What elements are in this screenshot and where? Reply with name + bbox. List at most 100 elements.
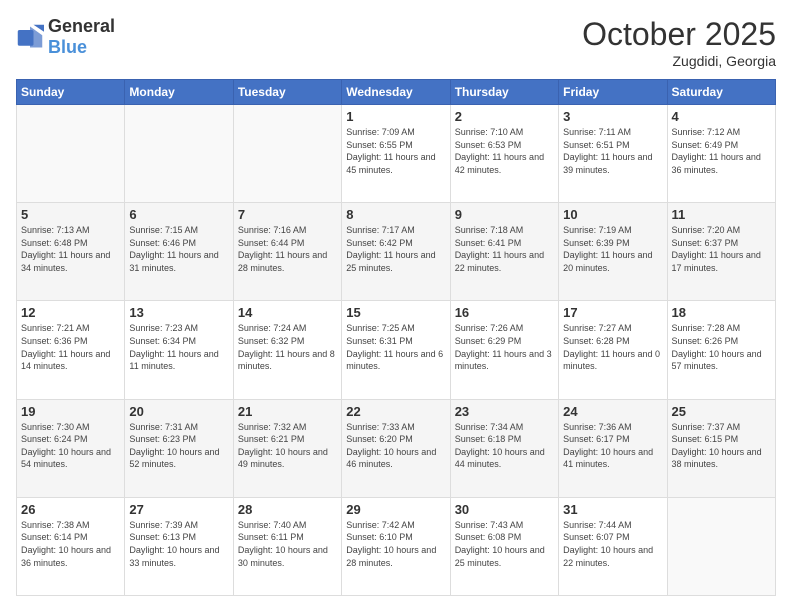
day-info: Sunrise: 7:34 AM Sunset: 6:18 PM Dayligh… (455, 421, 554, 471)
header: General Blue October 2025 Zugdidi, Georg… (16, 16, 776, 69)
calendar-header-row: Sunday Monday Tuesday Wednesday Thursday… (17, 80, 776, 105)
day-number: 3 (563, 109, 662, 124)
col-saturday: Saturday (667, 80, 775, 105)
col-wednesday: Wednesday (342, 80, 450, 105)
day-number: 9 (455, 207, 554, 222)
calendar-week-3: 12 Sunrise: 7:21 AM Sunset: 6:36 PM Dayli… (17, 301, 776, 399)
calendar-cell: 19 Sunrise: 7:30 AM Sunset: 6:24 PM Dayli… (17, 399, 125, 497)
calendar-cell: 10 Sunrise: 7:19 AM Sunset: 6:39 PM Dayli… (559, 203, 667, 301)
calendar-cell: 17 Sunrise: 7:27 AM Sunset: 6:28 PM Dayli… (559, 301, 667, 399)
day-info: Sunrise: 7:13 AM Sunset: 6:48 PM Dayligh… (21, 224, 120, 274)
day-info: Sunrise: 7:09 AM Sunset: 6:55 PM Dayligh… (346, 126, 445, 176)
calendar-cell: 31 Sunrise: 7:44 AM Sunset: 6:07 PM Dayli… (559, 497, 667, 595)
calendar-cell: 16Sunrise: 7:26 AM Sunset: 6:29 PM Dayli… (450, 301, 558, 399)
col-sunday: Sunday (17, 80, 125, 105)
day-info: Sunrise: 7:40 AM Sunset: 6:11 PM Dayligh… (238, 519, 337, 569)
day-number: 25 (672, 404, 771, 419)
calendar-cell: 25 Sunrise: 7:37 AM Sunset: 6:15 PM Dayli… (667, 399, 775, 497)
day-info: Sunrise: 7:15 AM Sunset: 6:46 PM Dayligh… (129, 224, 228, 274)
day-info: Sunrise: 7:39 AM Sunset: 6:13 PM Dayligh… (129, 519, 228, 569)
day-info: Sunrise: 7:25 AM Sunset: 6:31 PM Dayligh… (346, 322, 445, 372)
calendar-cell: 7 Sunrise: 7:16 AM Sunset: 6:44 PM Daylig… (233, 203, 341, 301)
logo: General Blue (16, 16, 115, 58)
calendar-cell: 6 Sunrise: 7:15 AM Sunset: 6:46 PM Daylig… (125, 203, 233, 301)
calendar-week-2: 5 Sunrise: 7:13 AM Sunset: 6:48 PM Daylig… (17, 203, 776, 301)
calendar-cell: 1 Sunrise: 7:09 AM Sunset: 6:55 PM Daylig… (342, 105, 450, 203)
calendar-cell: 28Sunrise: 7:40 AM Sunset: 6:11 PM Dayli… (233, 497, 341, 595)
calendar-cell: 22 Sunrise: 7:33 AM Sunset: 6:20 PM Dayli… (342, 399, 450, 497)
logo-icon (16, 23, 44, 51)
calendar-cell: 23 Sunrise: 7:34 AM Sunset: 6:18 PM Dayli… (450, 399, 558, 497)
calendar-cell: 18 Sunrise: 7:28 AM Sunset: 6:26 PM Dayli… (667, 301, 775, 399)
month-title: October 2025 (582, 16, 776, 53)
calendar-week-5: 26 Sunrise: 7:38 AM Sunset: 6:14 PM Dayli… (17, 497, 776, 595)
day-info: Sunrise: 7:28 AM Sunset: 6:26 PM Dayligh… (672, 322, 771, 372)
day-info: Sunrise: 7:19 AM Sunset: 6:39 PM Dayligh… (563, 224, 662, 274)
day-number: 19 (21, 404, 120, 419)
day-number: 8 (346, 207, 445, 222)
col-monday: Monday (125, 80, 233, 105)
calendar-cell: 14Sunrise: 7:24 AM Sunset: 6:32 PM Dayli… (233, 301, 341, 399)
day-number: 27 (129, 502, 228, 517)
day-number: 18 (672, 305, 771, 320)
day-number: 7 (238, 207, 337, 222)
day-info: Sunrise: 7:12 AM Sunset: 6:49 PM Dayligh… (672, 126, 771, 176)
day-number: 5 (21, 207, 120, 222)
day-info: Sunrise: 7:32 AM Sunset: 6:21 PM Dayligh… (238, 421, 337, 471)
day-info: Sunrise: 7:10 AM Sunset: 6:53 PM Dayligh… (455, 126, 554, 176)
day-number: 4 (672, 109, 771, 124)
day-info: Sunrise: 7:17 AM Sunset: 6:42 PM Dayligh… (346, 224, 445, 274)
day-number: 26 (21, 502, 120, 517)
day-info: Sunrise: 7:21 AM Sunset: 6:36 PM Dayligh… (21, 322, 120, 372)
day-number: 22 (346, 404, 445, 419)
logo-text: General Blue (48, 16, 115, 58)
day-number: 17 (563, 305, 662, 320)
calendar-cell: 12 Sunrise: 7:21 AM Sunset: 6:36 PM Dayli… (17, 301, 125, 399)
day-number: 10 (563, 207, 662, 222)
day-info: Sunrise: 7:37 AM Sunset: 6:15 PM Dayligh… (672, 421, 771, 471)
day-number: 6 (129, 207, 228, 222)
day-info: Sunrise: 7:43 AM Sunset: 6:08 PM Dayligh… (455, 519, 554, 569)
col-tuesday: Tuesday (233, 80, 341, 105)
col-thursday: Thursday (450, 80, 558, 105)
day-number: 12 (21, 305, 120, 320)
day-number: 1 (346, 109, 445, 124)
calendar-cell: 5 Sunrise: 7:13 AM Sunset: 6:48 PM Daylig… (17, 203, 125, 301)
day-info: Sunrise: 7:16 AM Sunset: 6:44 PM Dayligh… (238, 224, 337, 274)
calendar-cell (17, 105, 125, 203)
day-number: 16 (455, 305, 554, 320)
calendar-cell: 20 Sunrise: 7:31 AM Sunset: 6:23 PM Dayli… (125, 399, 233, 497)
logo-blue: Blue (48, 37, 87, 57)
calendar-week-1: 1 Sunrise: 7:09 AM Sunset: 6:55 PM Daylig… (17, 105, 776, 203)
col-friday: Friday (559, 80, 667, 105)
calendar-cell: 15Sunrise: 7:25 AM Sunset: 6:31 PM Dayli… (342, 301, 450, 399)
calendar-cell: 26 Sunrise: 7:38 AM Sunset: 6:14 PM Dayli… (17, 497, 125, 595)
day-number: 2 (455, 109, 554, 124)
day-info: Sunrise: 7:36 AM Sunset: 6:17 PM Dayligh… (563, 421, 662, 471)
day-info: Sunrise: 7:27 AM Sunset: 6:28 PM Dayligh… (563, 322, 662, 372)
day-info: Sunrise: 7:18 AM Sunset: 6:41 PM Dayligh… (455, 224, 554, 274)
day-info: Sunrise: 7:38 AM Sunset: 6:14 PM Dayligh… (21, 519, 120, 569)
day-number: 20 (129, 404, 228, 419)
page: General Blue October 2025 Zugdidi, Georg… (0, 0, 792, 612)
location: Zugdidi, Georgia (582, 53, 776, 69)
day-number: 23 (455, 404, 554, 419)
day-info: Sunrise: 7:11 AM Sunset: 6:51 PM Dayligh… (563, 126, 662, 176)
day-info: Sunrise: 7:33 AM Sunset: 6:20 PM Dayligh… (346, 421, 445, 471)
calendar-cell: 27 Sunrise: 7:39 AM Sunset: 6:13 PM Dayli… (125, 497, 233, 595)
calendar-cell: 30Sunrise: 7:43 AM Sunset: 6:08 PM Dayli… (450, 497, 558, 595)
logo-general: General (48, 16, 115, 36)
day-number: 13 (129, 305, 228, 320)
day-number: 31 (563, 502, 662, 517)
calendar-cell: 24Sunrise: 7:36 AM Sunset: 6:17 PM Dayli… (559, 399, 667, 497)
calendar-cell: 8 Sunrise: 7:17 AM Sunset: 6:42 PM Daylig… (342, 203, 450, 301)
calendar-cell: 29Sunrise: 7:42 AM Sunset: 6:10 PM Dayli… (342, 497, 450, 595)
day-info: Sunrise: 7:31 AM Sunset: 6:23 PM Dayligh… (129, 421, 228, 471)
calendar-cell: 9 Sunrise: 7:18 AM Sunset: 6:41 PM Daylig… (450, 203, 558, 301)
calendar-cell (233, 105, 341, 203)
calendar-cell (125, 105, 233, 203)
day-number: 11 (672, 207, 771, 222)
day-info: Sunrise: 7:44 AM Sunset: 6:07 PM Dayligh… (563, 519, 662, 569)
calendar-cell (667, 497, 775, 595)
day-info: Sunrise: 7:30 AM Sunset: 6:24 PM Dayligh… (21, 421, 120, 471)
